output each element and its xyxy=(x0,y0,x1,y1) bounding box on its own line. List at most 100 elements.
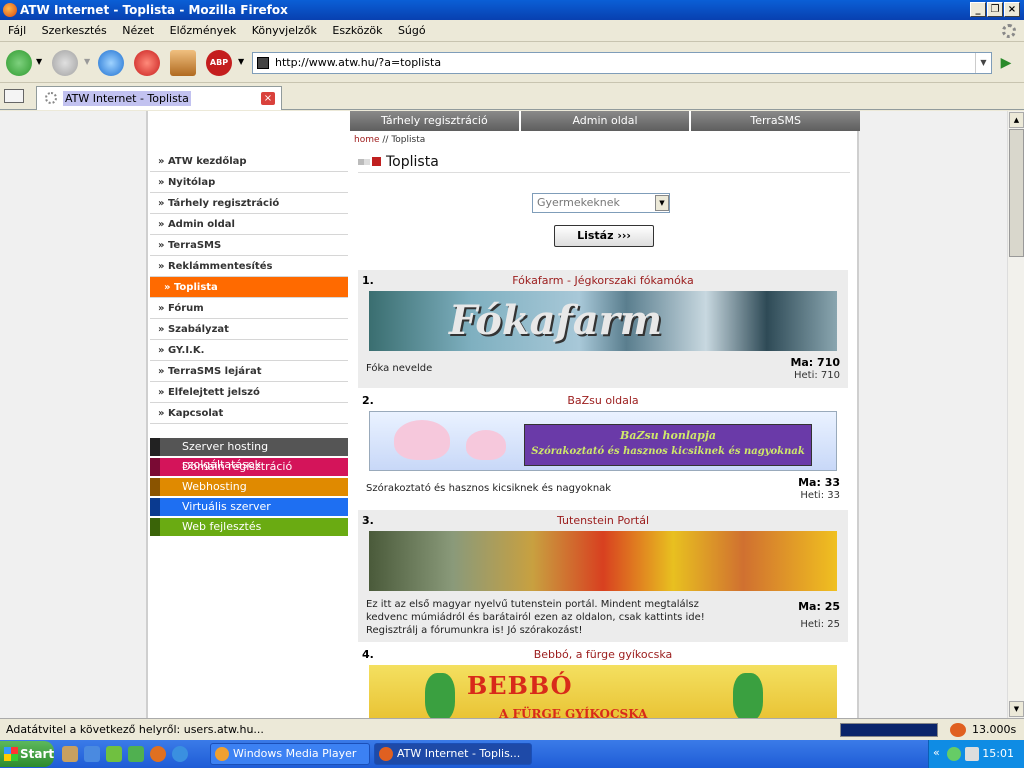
nav-item-contact[interactable]: » Kapcsolat xyxy=(150,403,348,424)
scroll-thumb[interactable] xyxy=(1009,129,1024,257)
topnav-terrasms[interactable]: TerraSMS xyxy=(691,111,861,131)
nav-item-faq[interactable]: » GY.I.K. xyxy=(150,340,348,361)
nav-item-toplist[interactable]: » Toplista xyxy=(150,277,348,298)
small-elephant-icon xyxy=(466,430,506,460)
toplist-entry-1: 1. Fókafarm - Jégkorszaki fókamóka Fókaf… xyxy=(358,270,848,388)
select-arrow-icon[interactable]: ▼ xyxy=(655,195,669,211)
entry-week-count: Heti: 25 xyxy=(800,619,840,630)
back-history-dropdown-icon[interactable]: ▼ xyxy=(36,57,42,66)
breadcrumb-current: Toplista xyxy=(391,135,426,145)
entry-name-link[interactable]: BaZsu oldala xyxy=(358,394,848,407)
reload-icon[interactable] xyxy=(98,50,124,76)
menu-tools[interactable]: Eszközök xyxy=(326,20,388,42)
firefox-icon xyxy=(379,747,393,761)
title-bullet-icon-2 xyxy=(364,159,370,165)
new-tab-icon[interactable] xyxy=(4,89,24,103)
url-input[interactable]: http://www.atw.hu/?a=toplista ▼ xyxy=(252,52,992,74)
service-web-development[interactable]: Web fejlesztés xyxy=(150,518,348,536)
quicklaunch-messenger-icon[interactable] xyxy=(106,746,122,762)
adblock-icon[interactable]: ABP xyxy=(206,50,232,76)
menu-edit[interactable]: Szerkesztés xyxy=(36,20,113,42)
tray-expand-icon[interactable]: « xyxy=(933,746,940,759)
nav-item-rules[interactable]: » Szabályzat xyxy=(150,319,348,340)
banner-title: Fókafarm xyxy=(449,297,663,344)
quicklaunch-ie-icon[interactable] xyxy=(84,746,100,762)
menu-history[interactable]: Előzmények xyxy=(164,20,243,42)
tab-loading-icon xyxy=(45,92,57,104)
topnav-admin[interactable]: Admin oldal xyxy=(520,111,692,131)
start-label: Start xyxy=(20,747,55,761)
restore-button[interactable]: ❐ xyxy=(987,2,1003,17)
service-webhosting[interactable]: Webhosting xyxy=(150,478,348,496)
start-button[interactable]: Start xyxy=(0,741,54,767)
nav-item-admin[interactable]: » Admin oldal xyxy=(150,214,348,235)
nav-item-terrasms-expiry[interactable]: » TerraSMS lejárat xyxy=(150,361,348,382)
quicklaunch-skype-icon[interactable] xyxy=(172,746,188,762)
nav-item-hosting-registration[interactable]: » Tárhely regisztráció xyxy=(150,193,348,214)
breadcrumb-home-link[interactable]: home xyxy=(354,135,380,145)
page-icon xyxy=(257,57,269,69)
entry-banner[interactable]: Fókafarm xyxy=(369,291,837,351)
menu-file[interactable]: Fájl xyxy=(2,20,32,42)
taskbar: Start Windows Media Player ATW Internet … xyxy=(0,740,1024,768)
taskbar-item-firefox[interactable]: ATW Internet - Toplis... xyxy=(374,743,532,765)
media-player-icon xyxy=(215,747,229,761)
entry-banner[interactable]: BaZsu honlapja Szórakoztató és hasznos k… xyxy=(369,411,837,471)
category-select[interactable]: Gyermekeknek ▼ xyxy=(532,193,670,213)
entry-description: Ez itt az első magyar nyelvű tutenstein … xyxy=(366,599,705,636)
nav-item-atw-home[interactable]: » ATW kezdőlap xyxy=(150,151,348,172)
list-button[interactable]: Listáz ››› xyxy=(554,225,654,247)
taskbar-item-media-player[interactable]: Windows Media Player xyxy=(210,743,370,765)
entry-description: Szórakoztató és hasznos kicsiknek és nag… xyxy=(366,483,612,494)
entry-banner[interactable] xyxy=(369,531,837,591)
site-container: Tárhely regisztráció Admin oldal TerraSM… xyxy=(146,111,861,718)
entry-name-link[interactable]: Fókafarm - Jégkorszaki fókamóka xyxy=(358,274,848,287)
service-server-hosting[interactable]: Szerver hosting szolgáltatások xyxy=(150,438,348,471)
minimize-button[interactable]: _ xyxy=(970,2,986,17)
menu-bookmarks[interactable]: Könyvjelzők xyxy=(246,20,323,42)
title-bullet-icon-3 xyxy=(372,157,381,166)
window-titlebar: ATW Internet - Toplista - Mozilla Firefo… xyxy=(0,0,1024,20)
quicklaunch-firefox-icon[interactable] xyxy=(150,746,166,762)
window-title: ATW Internet - Toplista - Mozilla Firefo… xyxy=(20,3,288,17)
entry-name-link[interactable]: Tutenstein Portál xyxy=(358,514,848,527)
vertical-scrollbar[interactable]: ▲ ▼ xyxy=(1007,111,1024,718)
menu-help[interactable]: Súgó xyxy=(392,20,432,42)
nav-item-ad-removal[interactable]: » Reklámmentesítés xyxy=(150,256,348,277)
tray-network-icon[interactable] xyxy=(965,747,979,761)
page-title-text: Toplista xyxy=(386,154,439,170)
go-arrow-icon[interactable]: ▶ xyxy=(996,54,1016,72)
entry-week-count: Heti: 710 xyxy=(793,370,840,381)
service-virtual-server[interactable]: Virtuális szerver xyxy=(150,498,348,516)
forward-history-dropdown-icon[interactable]: ▼ xyxy=(84,57,90,66)
service-domain-registration[interactable]: Domain regisztráció xyxy=(150,458,348,476)
entry-name-link[interactable]: Bebbó, a fürge gyíkocska xyxy=(358,648,848,661)
tray-messenger-icon[interactable] xyxy=(947,747,961,761)
entry-today-count: Ma: 25 xyxy=(798,600,840,613)
quicklaunch-desktop-icon[interactable] xyxy=(62,746,78,762)
topnav-hosting-registration[interactable]: Tárhely regisztráció xyxy=(350,111,521,131)
system-tray: « 15:01 xyxy=(928,740,1024,768)
forward-arrow-icon[interactable] xyxy=(52,50,78,76)
tab-toplista[interactable]: ATW Internet - Toplista × xyxy=(36,86,282,110)
status-bar: Adatátvitel a következő helyről: users.a… xyxy=(0,718,1024,740)
nav-item-forgotten-password[interactable]: » Elfelejtett jelszó xyxy=(150,382,348,403)
close-window-button[interactable]: × xyxy=(1004,2,1020,17)
progress-bar xyxy=(840,723,938,737)
banner-panel: BaZsu honlapja Szórakoztató és hasznos k… xyxy=(524,424,812,466)
adblock-dropdown-icon[interactable]: ▼ xyxy=(238,57,244,66)
nav-item-terrasms[interactable]: » TerraSMS xyxy=(150,235,348,256)
scroll-down-icon[interactable]: ▼ xyxy=(1009,701,1024,717)
nav-item-forum[interactable]: » Fórum xyxy=(150,298,348,319)
stop-icon[interactable] xyxy=(134,50,160,76)
entry-banner[interactable]: BEBBÓ A FÜRGE GYÍKOCSKA xyxy=(369,665,837,718)
home-icon[interactable] xyxy=(170,50,196,76)
nav-item-start-page[interactable]: » Nyitólap xyxy=(150,172,348,193)
scroll-up-icon[interactable]: ▲ xyxy=(1009,112,1024,128)
url-history-dropdown-icon[interactable]: ▼ xyxy=(975,53,991,73)
menu-view[interactable]: Nézet xyxy=(116,20,160,42)
close-tab-icon[interactable]: × xyxy=(261,92,275,105)
back-arrow-icon[interactable] xyxy=(6,50,32,76)
quicklaunch-media-icon[interactable] xyxy=(128,746,144,762)
lizard-icon xyxy=(425,673,455,718)
